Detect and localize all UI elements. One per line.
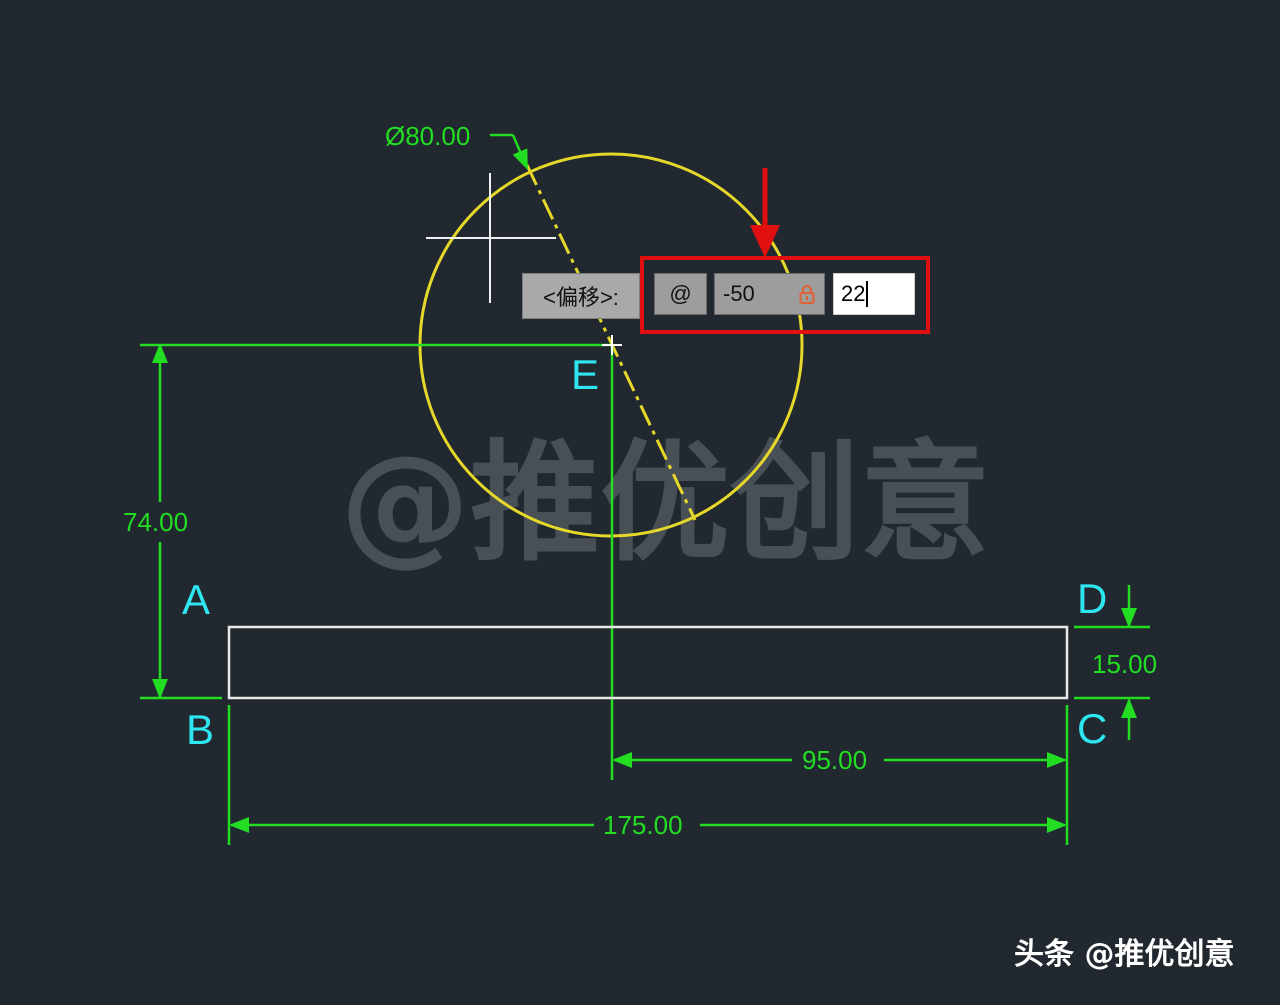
drawing-canvas[interactable]: @推优创意 Ø80.00 74.00 A B C D E 15.00 95.00… [0,0,1280,1000]
point-label-e: E [571,351,599,398]
total-width-dimension: 175.00 [603,810,683,840]
point-label-c: C [1077,705,1107,752]
footer-credit: 头条 @推优创意 [1014,937,1234,972]
height-dimension: 74.00 [123,507,188,537]
point-label-d: D [1077,575,1107,622]
lock-icon[interactable] [798,284,816,304]
thickness-dimension: 15.00 [1092,649,1157,679]
callout-arrow-icon [750,225,780,258]
diameter-leader-arrow [511,134,529,170]
point-label-b: B [186,706,214,753]
dynamic-input-prompt: <偏移>: [522,273,640,319]
relative-coordinate-field[interactable]: @ [654,273,707,315]
x-coordinate-field[interactable]: -50 [714,273,825,315]
point-label-a: A [182,576,210,623]
diameter-dimension: Ø80.00 [385,121,470,151]
text-caret [866,281,869,307]
offset-width-dimension: 95.00 [802,745,867,775]
cad-viewport[interactable]: @推优创意 Ø80.00 74.00 A B C D E 15.00 95.00… [0,0,1280,1000]
x-coordinate-value: -50 [723,281,755,306]
watermark: @推优创意 [340,427,990,579]
y-coordinate-input[interactable]: 22 [833,273,915,315]
rectangle-outline[interactable] [227,625,1069,700]
y-coordinate-value: 22 [841,281,866,306]
